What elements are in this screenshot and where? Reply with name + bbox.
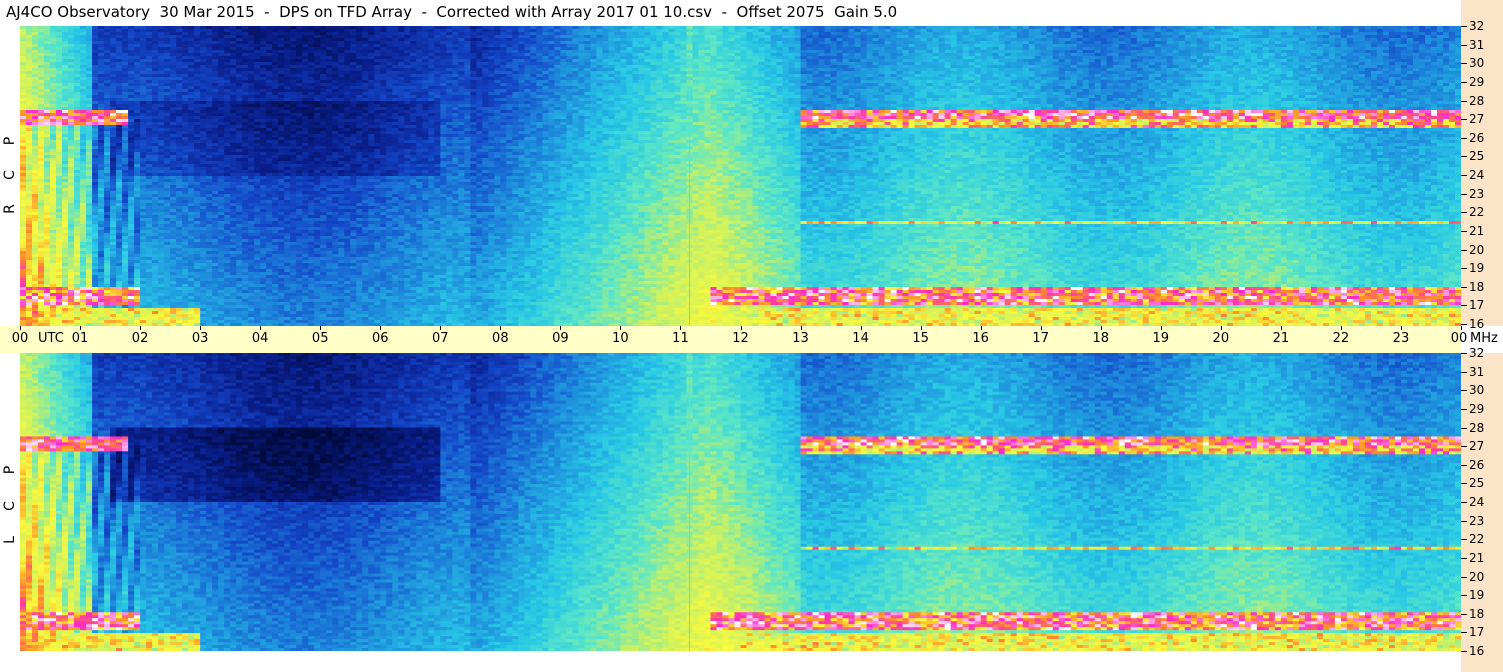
- lcp-side-label: L C P: [0, 455, 20, 555]
- rcp-letter-p: P: [2, 134, 18, 148]
- rcp-spectrogram: [20, 26, 1461, 326]
- lcp-letter-l: L: [2, 533, 18, 547]
- lcp-letter-c: C: [2, 499, 18, 513]
- lcp-letter-p: P: [2, 463, 18, 477]
- rcp-side-label: R C P: [0, 120, 20, 220]
- chart-title: AJ4CO Observatory 30 Mar 2015 - DPS on T…: [6, 2, 897, 22]
- rcp-letter-r: R: [2, 202, 18, 216]
- rcp-letter-c: C: [2, 168, 18, 182]
- spectrogram-image: [20, 26, 1461, 326]
